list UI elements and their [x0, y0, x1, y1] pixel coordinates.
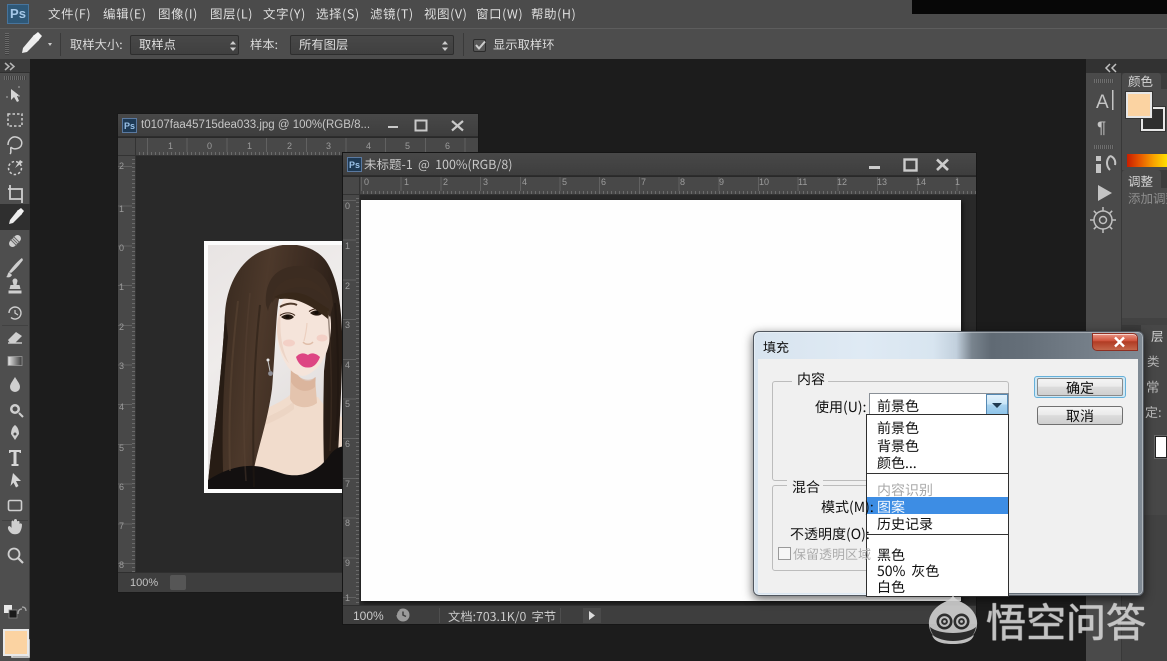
svg-text:A: A	[1096, 92, 1109, 113]
svg-text:¶: ¶	[1097, 118, 1106, 137]
